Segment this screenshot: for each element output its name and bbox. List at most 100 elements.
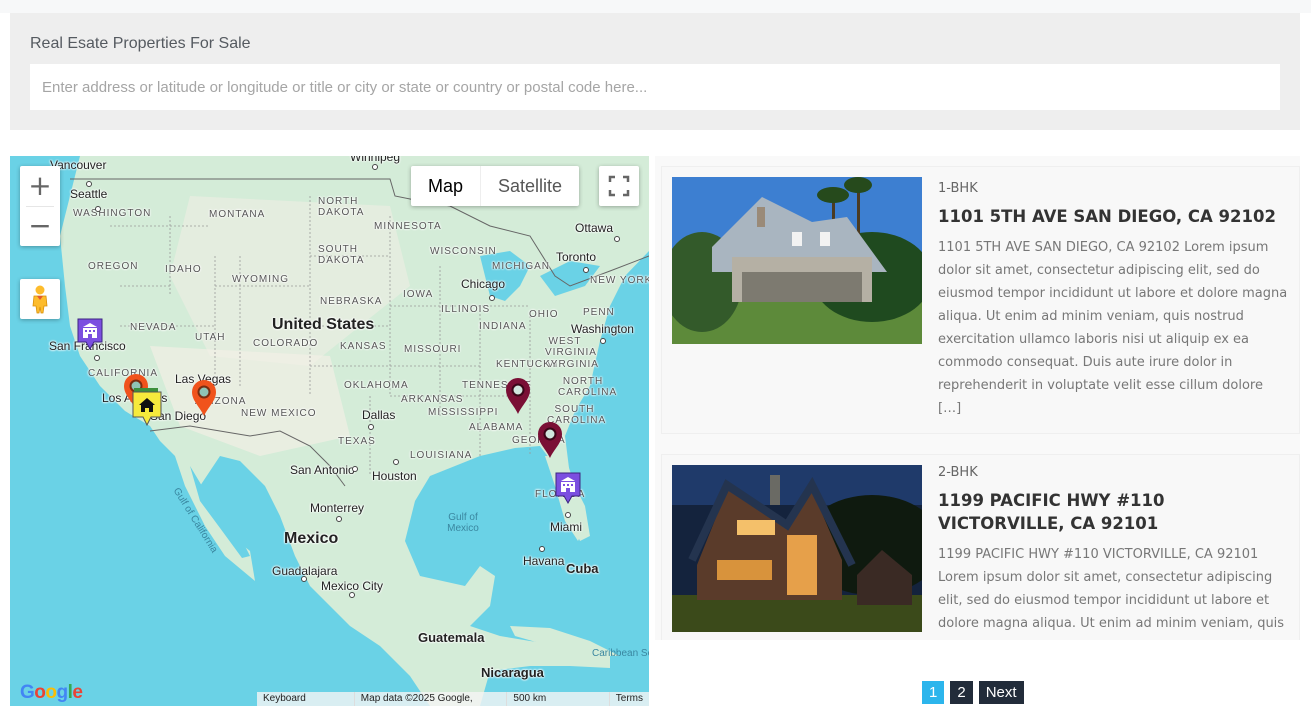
map-label-state: INDIANA (479, 321, 527, 332)
city-dot (95, 206, 101, 212)
map-label-state: NORTH DAKOTA (318, 196, 365, 218)
listing-body: 1-BHK 1101 5TH AVE SAN DIEGO, CA 92102 1… (938, 181, 1289, 420)
pegman-icon (32, 285, 48, 314)
city-dot (539, 546, 545, 552)
pagination: 1 2 Next (922, 681, 1024, 704)
map-label-city: Dallas (362, 408, 396, 422)
map-scale[interactable]: 500 km (506, 692, 608, 706)
map-label-state: MICHIGAN (492, 261, 550, 272)
map-label-state: ARKANSAS (401, 394, 464, 405)
map-label-state: OKLAHOMA (344, 380, 409, 391)
fullscreen-button[interactable] (599, 166, 639, 206)
map-label-state: IOWA (403, 289, 434, 300)
city-dot (368, 424, 374, 430)
map-label-state: MINNESOTA (374, 221, 442, 232)
listing-body: 2-BHK 1199 PACIFIC HWY #110 VICTORVILLE,… (938, 465, 1289, 635)
map-label-city: Winnipeg (350, 156, 401, 164)
map[interactable]: United States Mexico Cuba Guatemala Nica… (10, 156, 649, 706)
listing-description: 1199 PACIFIC HWY #110 VICTORVILLE, CA 92… (938, 547, 1285, 631)
listing-description: 1101 5TH AVE SAN DIEGO, CA 92102 Lorem i… (938, 240, 1288, 416)
map-label-water: Caribbean Sea (592, 648, 649, 659)
map-label-country: United States (272, 316, 375, 333)
yellow-home-marker[interactable] (132, 388, 162, 428)
map-label-state: NEVADA (130, 322, 177, 333)
map-label-city: Washington (571, 322, 634, 336)
zoom-divider (26, 206, 54, 207)
listing-title[interactable]: 1199 PACIFIC HWY #110 VICTORVILLE, CA 92… (938, 489, 1289, 535)
map-label-water: Gulf of Mexico (447, 512, 479, 534)
map-label-state: MISSISSIPPI (428, 407, 499, 418)
map-label-state: OREGON (88, 261, 139, 272)
map-label-city: Houston (372, 469, 417, 483)
map-label-city: San Antonio (290, 463, 355, 477)
map-label-state: ILLINOIS (441, 304, 491, 315)
map-scale-label: 500 km (513, 693, 547, 704)
listing-bhk: 2-BHK (938, 465, 978, 480)
house-photo (672, 177, 922, 344)
map-label-city: Monterrey (310, 501, 365, 515)
map-label-state: ALABAMA (469, 422, 524, 433)
map-type-map-button[interactable]: Map (411, 166, 480, 206)
map-label-country: Nicaragua (481, 665, 544, 680)
listing-card[interactable]: 1-BHK 1101 5TH AVE SAN DIEGO, CA 92102 1… (661, 166, 1300, 434)
map-label-city: Ottawa (575, 221, 614, 235)
map-label-city: Mexico City (321, 579, 384, 593)
listing-image-night-house[interactable] (672, 465, 922, 632)
map-label-country: Guatemala (418, 630, 485, 645)
next-page-button[interactable]: Next (978, 681, 1024, 704)
listing-title[interactable]: 1101 5TH AVE SAN DIEGO, CA 92102 (938, 205, 1289, 228)
map-label-state: WEST VIRGINIA (545, 336, 597, 358)
map-label-city: Toronto (556, 250, 597, 264)
house-photo (672, 465, 922, 632)
city-dot (336, 516, 342, 522)
google-logo[interactable]: Google (20, 682, 83, 704)
city-dot (393, 459, 399, 465)
city-dot (301, 576, 307, 582)
listing-bhk: 1-BHK (938, 181, 978, 196)
keyboard-shortcuts-link[interactable]: Keyboard shortcuts (257, 692, 354, 706)
city-dot (614, 236, 620, 242)
street-view-pegman-button[interactable] (20, 279, 60, 319)
map-label-state: TEXAS (338, 436, 376, 447)
city-dot (94, 355, 100, 361)
map-label-state: NEBRASKA (320, 296, 383, 307)
listing-card[interactable]: 2-BHK 1199 PACIFIC HWY #110 VICTORVILLE,… (661, 454, 1300, 640)
map-label-city: Seattle (70, 187, 108, 201)
city-dot (86, 181, 92, 187)
fullscreen-icon (608, 175, 630, 197)
map-label-state: KANSAS (340, 341, 387, 352)
map-label-city: Havana (523, 554, 565, 568)
map-attribution-bar: Keyboard shortcuts Map data ©2025 Google… (257, 692, 649, 706)
zoom-control: + − (20, 166, 60, 246)
page-2-button[interactable]: 2 (950, 681, 973, 704)
maroon-pin-marker[interactable] (537, 421, 563, 459)
map-data-attribution: Map data ©2025 Google, INEGI (353, 692, 507, 706)
map-label-state: WASHINGTON (73, 208, 152, 219)
map-type-control: Map Satellite (411, 166, 580, 206)
orange-pin-marker[interactable] (191, 379, 217, 417)
city-dot (600, 338, 606, 344)
map-label-country: Mexico (284, 530, 339, 547)
zoom-in-button[interactable]: + (20, 166, 60, 206)
map-label-state: LOUISIANA (410, 450, 473, 461)
purple-building-marker[interactable] (77, 318, 103, 350)
zoom-out-button[interactable]: − (20, 206, 60, 246)
page-1-button[interactable]: 1 (922, 681, 945, 704)
map-label-state: NORTH CAROLINA (558, 376, 618, 398)
map-label-state: MISSOURI (404, 344, 462, 355)
search-input[interactable] (30, 64, 1280, 110)
terms-link[interactable]: Terms (608, 692, 649, 706)
map-label-state: UTAH (195, 332, 226, 343)
listing-image-daytime-house[interactable] (672, 177, 922, 344)
purple-building-marker[interactable] (555, 472, 581, 504)
maroon-pin-marker[interactable] (505, 377, 531, 415)
map-label-city: Chicago (461, 277, 506, 291)
map-label-state: KENTUCKY (496, 359, 559, 370)
city-dot (489, 295, 495, 301)
city-dot (583, 267, 589, 273)
top-strip (0, 0, 1311, 13)
map-type-satellite-button[interactable]: Satellite (480, 166, 579, 206)
city-dot (352, 466, 358, 472)
map-label-state: IDAHO (165, 264, 202, 275)
map-label-city: Miami (550, 520, 582, 534)
